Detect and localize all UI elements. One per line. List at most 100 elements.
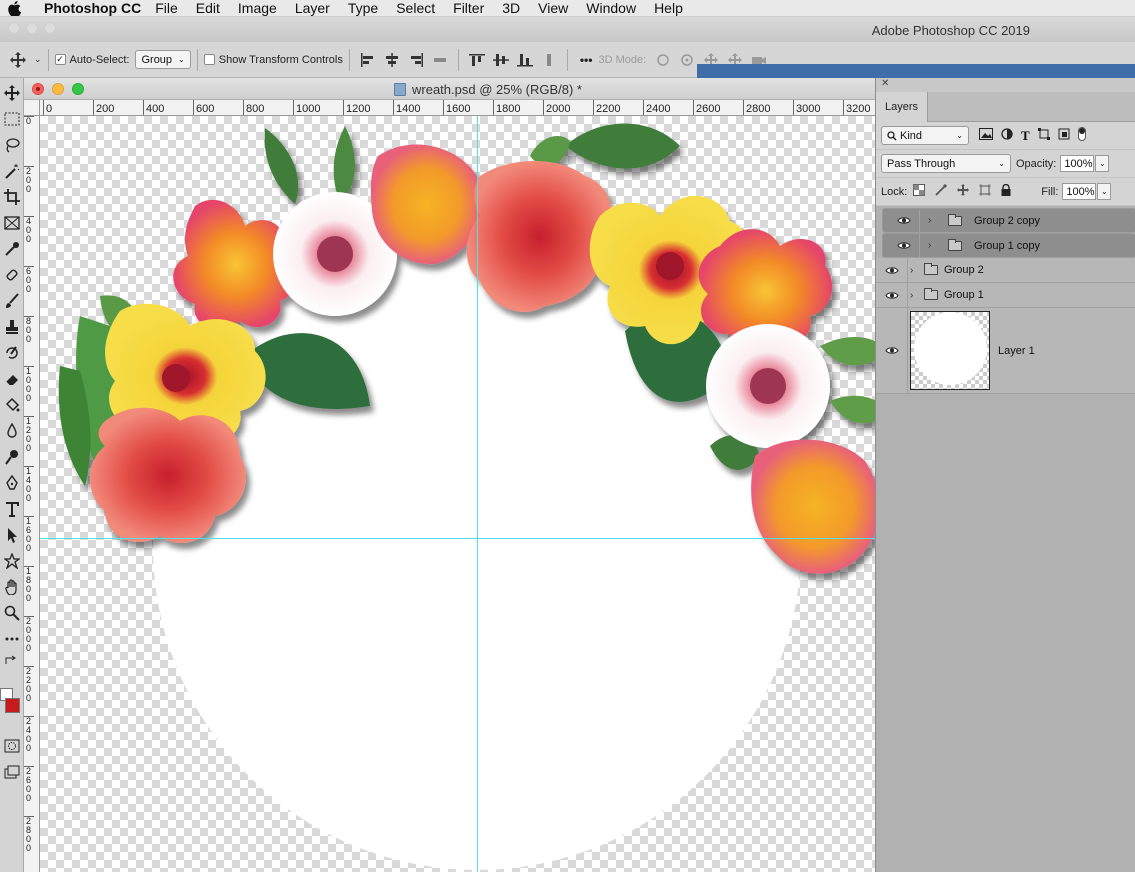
menu-view[interactable]: View xyxy=(538,0,568,16)
filter-type-icon[interactable]: T xyxy=(1021,128,1030,144)
expand-chevron-icon[interactable]: › xyxy=(910,290,922,301)
blur-tool-icon[interactable] xyxy=(0,418,24,444)
menu-select[interactable]: Select xyxy=(396,0,435,16)
doc-minimize-icon[interactable] xyxy=(52,83,64,95)
frame-tool-icon[interactable] xyxy=(0,210,24,236)
apple-icon[interactable] xyxy=(8,0,30,16)
lock-all-icon[interactable] xyxy=(1001,183,1011,199)
expand-chevron-icon[interactable]: › xyxy=(928,215,940,226)
layer-row-group-1[interactable]: › Group 1 xyxy=(876,283,1135,308)
align-right-icon[interactable] xyxy=(407,51,425,69)
visibility-eye-icon[interactable] xyxy=(876,283,908,307)
menu-window[interactable]: Window xyxy=(586,0,636,16)
visibility-eye-icon[interactable] xyxy=(876,308,908,393)
screen-mode-icon[interactable] xyxy=(0,759,24,785)
doc-zoom-icon[interactable] xyxy=(72,83,84,95)
paint-bucket-tool-icon[interactable] xyxy=(0,392,24,418)
lasso-tool-icon[interactable] xyxy=(0,132,24,158)
shape-tool-icon[interactable] xyxy=(0,548,24,574)
quick-mask-icon[interactable] xyxy=(0,733,24,759)
3d-orbit-icon[interactable] xyxy=(654,51,672,69)
opacity-input[interactable]: 100% xyxy=(1060,155,1095,172)
crop-tool-icon[interactable] xyxy=(0,184,24,210)
visibility-eye-icon[interactable] xyxy=(888,234,920,257)
fill-dropdown-icon[interactable]: ⌄ xyxy=(1097,183,1112,200)
align-left-icon[interactable] xyxy=(359,51,377,69)
horizontal-guide[interactable] xyxy=(40,538,875,539)
layer-row-group-1-copy[interactable]: › Group 1 copy xyxy=(882,233,1135,258)
lock-transparent-icon[interactable] xyxy=(913,184,926,199)
visibility-eye-icon[interactable] xyxy=(888,209,920,232)
menu-edit[interactable]: Edit xyxy=(196,0,220,16)
filter-shape-icon[interactable] xyxy=(1037,128,1050,143)
move-tool-icon[interactable] xyxy=(8,50,28,70)
layer-row-layer-1[interactable]: Layer 1 xyxy=(876,308,1135,394)
zoom-tool-icon[interactable] xyxy=(0,600,24,626)
canvas[interactable] xyxy=(40,116,875,872)
swap-colors-icon[interactable] xyxy=(0,652,24,668)
type-tool-icon[interactable] xyxy=(0,496,24,522)
menu-type[interactable]: Type xyxy=(348,0,378,16)
align-top-icon[interactable] xyxy=(468,51,486,69)
visibility-eye-icon[interactable] xyxy=(876,258,908,282)
brush-tool-icon[interactable] xyxy=(0,288,24,314)
align-bottom-icon[interactable] xyxy=(516,51,534,69)
tab-layers[interactable]: Layers xyxy=(876,92,928,122)
show-transform-checkbox[interactable] xyxy=(203,54,215,65)
healing-brush-tool-icon[interactable] xyxy=(0,262,24,288)
eyedropper-tool-icon[interactable] xyxy=(0,236,24,262)
more-options-icon[interactable]: ••• xyxy=(580,53,593,67)
lock-position-icon[interactable] xyxy=(957,184,970,199)
menu-image[interactable]: Image xyxy=(238,0,277,16)
menu-app-name[interactable]: Photoshop CC xyxy=(44,0,141,16)
menu-help[interactable]: Help xyxy=(654,0,683,16)
layer-row-group-2[interactable]: › Group 2 xyxy=(876,258,1135,283)
history-brush-tool-icon[interactable] xyxy=(0,340,24,366)
ruler-corner[interactable] xyxy=(24,100,40,116)
distribute-v-icon[interactable] xyxy=(540,51,558,69)
align-middle-v-icon[interactable] xyxy=(492,51,510,69)
menu-layer[interactable]: Layer xyxy=(295,0,330,16)
lock-pixels-icon[interactable] xyxy=(935,184,947,199)
menu-filter[interactable]: Filter xyxy=(453,0,484,16)
distribute-icon[interactable] xyxy=(431,51,449,69)
tool-preset-chevron-icon[interactable]: ⌄ xyxy=(34,54,42,65)
panel-close-icon[interactable]: ✕ xyxy=(881,78,889,89)
align-center-h-icon[interactable] xyxy=(383,51,401,69)
move-tool-icon[interactable] xyxy=(0,80,24,106)
3d-roll-icon[interactable] xyxy=(678,51,696,69)
foreground-color-swatch[interactable] xyxy=(5,698,20,713)
horizontal-ruler[interactable]: 0 200 400 600 800 1000 1200 1400 1600 1800 2000 220… xyxy=(40,100,875,116)
auto-select-checkbox[interactable]: ✓ xyxy=(54,54,66,65)
zoom-dot-icon[interactable] xyxy=(44,22,56,34)
fill-input[interactable]: 100% xyxy=(1062,183,1097,200)
path-selection-tool-icon[interactable] xyxy=(0,522,24,548)
filter-kind-dropdown[interactable]: Kind ⌄ xyxy=(881,126,969,145)
expand-chevron-icon[interactable]: › xyxy=(928,240,940,251)
lock-artboard-icon[interactable] xyxy=(979,184,992,199)
eraser-tool-icon[interactable] xyxy=(0,366,24,392)
auto-select-dropdown[interactable]: Group ⌄ xyxy=(135,50,191,69)
doc-close-icon[interactable] xyxy=(32,83,44,95)
close-dot-icon[interactable] xyxy=(8,22,20,34)
filter-pixel-icon[interactable] xyxy=(979,128,993,143)
blend-mode-dropdown[interactable]: Pass Through ⌄ xyxy=(881,154,1011,173)
dodge-tool-icon[interactable] xyxy=(0,444,24,470)
more-tools-icon[interactable] xyxy=(0,626,24,652)
filter-smart-object-icon[interactable] xyxy=(1058,128,1070,143)
clone-stamp-tool-icon[interactable] xyxy=(0,314,24,340)
minimize-dot-icon[interactable] xyxy=(26,22,38,34)
layer-row-group-2-copy[interactable]: › Group 2 copy xyxy=(882,208,1135,233)
filter-adjustment-icon[interactable] xyxy=(1001,128,1013,143)
vertical-ruler[interactable]: 0 200 400 600 800 1000 1200 1400 1600 1800 2000 220… xyxy=(24,116,40,872)
vertical-guide[interactable] xyxy=(477,116,478,872)
opacity-dropdown-icon[interactable]: ⌄ xyxy=(1095,155,1110,172)
pen-tool-icon[interactable] xyxy=(0,470,24,496)
magic-wand-tool-icon[interactable] xyxy=(0,158,24,184)
expand-chevron-icon[interactable]: › xyxy=(910,265,922,276)
menu-file[interactable]: File xyxy=(155,0,178,16)
marquee-tool-icon[interactable] xyxy=(0,106,24,132)
hand-tool-icon[interactable] xyxy=(0,574,24,600)
menu-3d[interactable]: 3D xyxy=(502,0,520,16)
filter-toggle-icon[interactable] xyxy=(1077,127,1086,144)
